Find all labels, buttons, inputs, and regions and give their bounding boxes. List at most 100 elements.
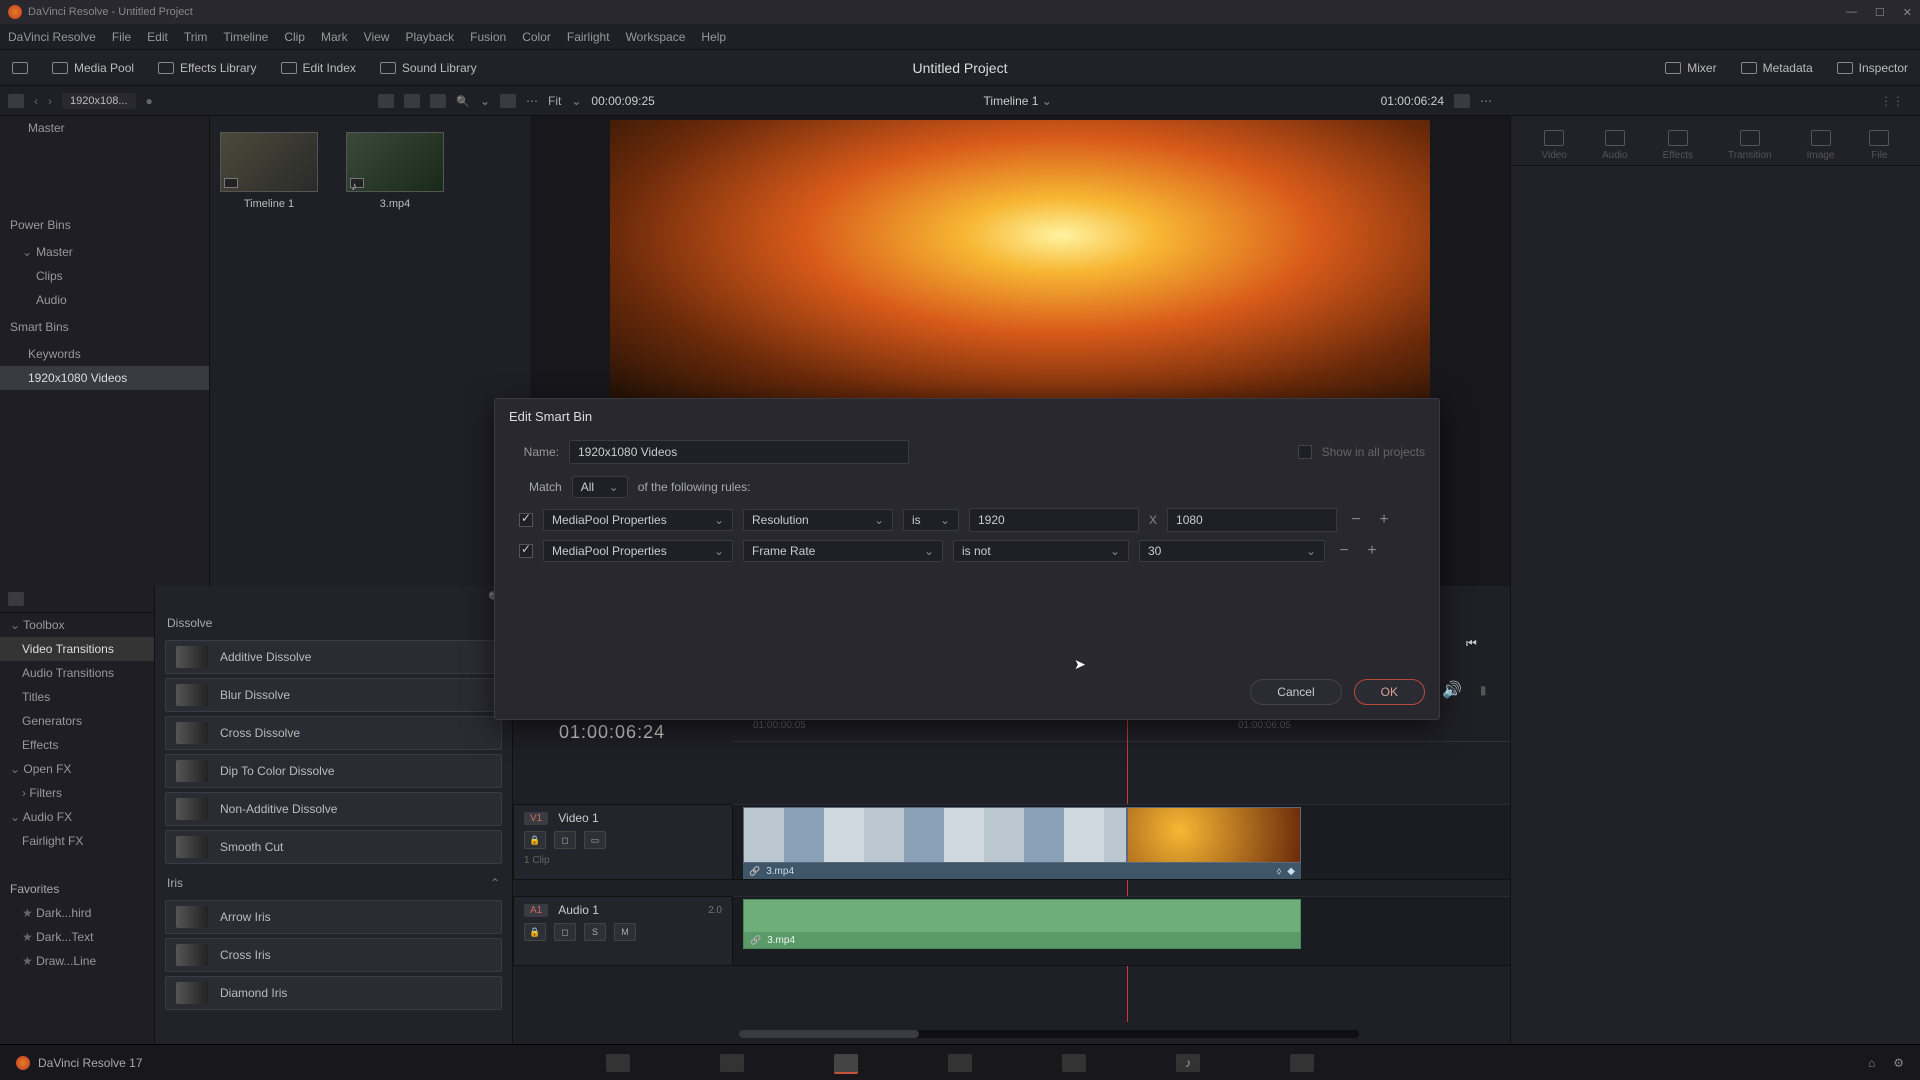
rule-value-height-input[interactable] [1167,508,1337,532]
media-pool-button[interactable]: Media Pool [52,61,134,75]
sound-library-button[interactable]: Sound Library [380,61,477,75]
inspector-tab-video[interactable]: Video [1542,130,1567,161]
fx-item[interactable]: Diamond Iris [165,976,502,1010]
fx-cat-titles[interactable]: Titles [0,685,154,709]
list-view-icon[interactable] [378,94,394,108]
edit-index-button[interactable]: Edit Index [281,61,356,75]
track-tag[interactable]: V1 [524,812,548,825]
rule-property-select[interactable]: Frame Rate [743,540,943,562]
mixer-button[interactable]: Mixer [1665,61,1716,75]
track-enable-icon[interactable]: ▭ [584,831,606,849]
volume-icon[interactable]: 🔊 [1442,680,1462,700]
audio-clip[interactable]: 3.mp4 [743,899,1301,949]
menu-item[interactable]: Playback [405,30,454,44]
inspector-button[interactable]: Inspector [1837,61,1908,75]
rule-enable-checkbox[interactable] [519,544,533,558]
power-bin-master[interactable]: ⌄Master [0,240,209,264]
collapse-icon[interactable]: ⌃ [490,876,500,890]
timeline-ruler[interactable]: 01:00:00:05 01:00:06:05 [733,718,1510,742]
fx-cat-audiofx[interactable]: Audio FX [0,805,154,829]
fx-cat-filters[interactable]: › Filters [0,781,154,805]
fx-item[interactable]: Non-Additive Dissolve [165,792,502,826]
filter-icon[interactable] [500,94,516,108]
track-tag[interactable]: A1 [524,904,548,917]
viewer-more-icon[interactable]: ⋯ [1480,94,1492,108]
audio-track-body[interactable]: 3.mp4 [733,896,1510,966]
rule-property-select[interactable]: Resolution [743,509,893,531]
viewer-canvas[interactable] [610,120,1430,408]
power-bin-clips[interactable]: Clips [0,264,209,288]
meter-icon[interactable]: ▮ [1480,683,1487,697]
fx-cat-audio-transitions[interactable]: Audio Transitions [0,661,154,685]
rule-category-select[interactable]: MediaPool Properties [543,540,733,562]
menu-item[interactable]: Clip [284,30,305,44]
clip-marker-icon[interactable]: ◆ [1287,866,1295,877]
power-bin-audio[interactable]: Audio [0,288,209,312]
fx-cat-toolbox[interactable]: Toolbox [0,613,154,637]
page-fairlight-icon[interactable]: ♪ [1176,1054,1200,1072]
fx-item[interactable]: Smooth Cut [165,830,502,864]
fx-favorite-item[interactable]: ★ Draw...Line [0,949,154,973]
fx-item[interactable]: Cross Iris [165,938,502,972]
page-edit-icon[interactable] [834,1054,858,1072]
effects-library-button[interactable]: Effects Library [158,61,256,75]
rule-enable-checkbox[interactable] [519,513,533,527]
track-solo-button[interactable]: S [584,923,606,941]
fx-item[interactable]: Arrow Iris [165,900,502,934]
search-icon[interactable] [456,94,470,108]
fx-cat-generators[interactable]: Generators [0,709,154,733]
chevron-down-icon[interactable]: ⌄ [571,94,581,108]
inspector-tab-file[interactable]: File [1869,130,1889,161]
fx-cat-openfx[interactable]: Open FX [0,757,154,781]
fx-item[interactable]: Dip To Color Dissolve [165,754,502,788]
track-auto-select-icon[interactable]: ◻ [554,831,576,849]
nav-prev-icon[interactable]: ‹ [34,94,38,108]
viewer-fit-dropdown[interactable]: Fit [548,94,561,108]
smart-bin-1920x1080[interactable]: 1920x1080 Videos [0,366,209,390]
fx-favorite-item[interactable]: ★ Dark...Text [0,925,154,949]
show-in-all-projects-checkbox[interactable] [1298,445,1312,459]
rule-value-width-input[interactable] [969,508,1139,532]
track-lock-icon[interactable]: 🔒 [524,923,546,941]
match-mode-select[interactable]: All [572,476,628,498]
video-clip[interactable] [743,807,1127,863]
minimize-button[interactable]: — [1846,6,1857,19]
remove-rule-button[interactable]: − [1335,542,1353,560]
media-thumb[interactable]: ♪ 3.mp4 [346,132,444,210]
fx-cat-fairlight[interactable]: Fairlight FX [0,829,154,853]
layout-preset-button[interactable] [12,62,28,74]
home-icon[interactable]: ⌂ [1868,1056,1875,1070]
scrollbar-thumb[interactable] [739,1030,919,1038]
page-deliver-icon[interactable] [1290,1054,1314,1072]
bypass-icon[interactable] [1454,94,1470,108]
inspector-tab-transition[interactable]: Transition [1728,130,1772,161]
add-rule-button[interactable]: + [1375,511,1393,529]
ok-button[interactable]: OK [1354,679,1425,705]
fx-favorite-item[interactable]: ★ Dark...hird [0,901,154,925]
menu-item[interactable]: Timeline [223,30,268,44]
add-rule-button[interactable]: + [1363,542,1381,560]
inspector-tab-effects[interactable]: Effects [1663,130,1693,161]
settings-gear-icon[interactable]: ⚙ [1893,1056,1904,1070]
strip-view-icon[interactable] [430,94,446,108]
menu-item[interactable]: Edit [147,30,168,44]
menu-item[interactable]: Fusion [470,30,506,44]
menu-item[interactable]: View [364,30,390,44]
media-thumb[interactable]: Timeline 1 [220,132,318,210]
maximize-button[interactable]: ☐ [1875,6,1885,19]
page-cut-icon[interactable] [720,1054,744,1072]
bin-view-icon[interactable] [8,94,24,108]
bin-master[interactable]: Master [0,116,209,140]
thumb-view-icon[interactable] [404,94,420,108]
rule-operator-select[interactable]: is [903,509,959,531]
menu-item[interactable]: Color [522,30,551,44]
page-fusion-icon[interactable] [948,1054,972,1072]
video-clip[interactable] [1127,807,1301,863]
nav-next-icon[interactable]: › [48,94,52,108]
timeline-scrollbar[interactable] [739,1030,1359,1038]
fx-item[interactable]: Blur Dissolve [165,678,502,712]
more-icon[interactable]: ⋯ [526,94,538,108]
track-lock-icon[interactable]: 🔒 [524,831,546,849]
menu-item[interactable]: Mark [321,30,348,44]
inspector-tab-image[interactable]: Image [1807,130,1835,161]
